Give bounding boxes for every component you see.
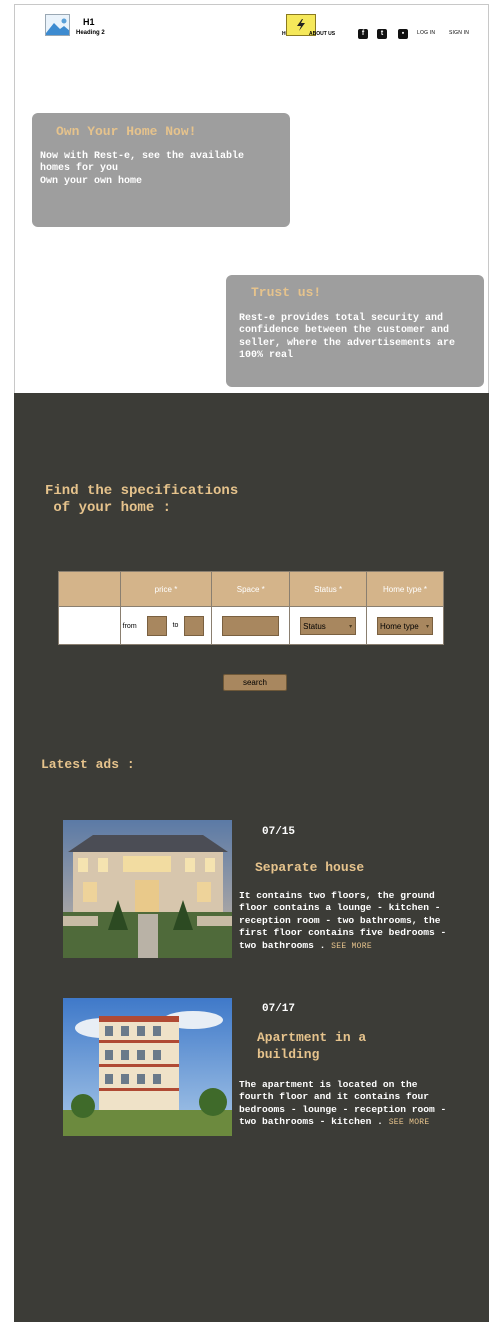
search-title: Find the specifications of your home :	[45, 483, 238, 517]
spec-table: price * Space * Status * Home type * fro…	[58, 571, 444, 645]
spec-header-blank	[58, 571, 121, 607]
ad-1-line: two bathrooms .	[239, 939, 326, 951]
space-input[interactable]	[222, 615, 280, 636]
ad-1-line: floor contains a lounge - kitchen -	[239, 902, 441, 914]
status-cell: Status ▾	[289, 606, 368, 645]
ad-2-line: The apartment is located on the	[239, 1079, 418, 1090]
spec-cell-blank	[58, 606, 121, 645]
contact-card-icon[interactable]: ▪	[398, 29, 408, 39]
ad-1-line: first floor contains five bedrooms -	[239, 927, 447, 939]
ad-2-line: bedrooms - lounge - reception room -	[239, 1103, 447, 1115]
twitter-icon[interactable]: t	[377, 29, 387, 39]
latest-ads-heading: Latest ads :	[41, 757, 135, 772]
status-select[interactable]: Status ▾	[300, 616, 357, 635]
ad-2-see-more-link[interactable]: SEE MORE	[389, 1118, 430, 1127]
login-link[interactable]: LOG IN	[417, 30, 435, 36]
ad-2-line: fourth floor and it contains four	[239, 1091, 429, 1103]
space-cell	[211, 606, 291, 645]
ad-2-line: two bathrooms - kitchen .	[239, 1116, 383, 1128]
ad-1-description: It contains two floors, the ground floor…	[239, 890, 484, 953]
ad-1-title[interactable]: Separate house	[255, 859, 364, 876]
facebook-icon[interactable]: f	[358, 29, 368, 39]
ad-house-image[interactable]	[63, 820, 232, 958]
ad-1-date: 07/15	[262, 826, 296, 838]
hero-line-3: Own your own home	[40, 176, 143, 187]
trust-line-2: confidence between the customer and	[239, 325, 450, 336]
price-cell: from to	[119, 606, 213, 645]
ad-1-line: reception room - two bathrooms, the	[239, 914, 441, 926]
home-type-cell: Home type ▾	[366, 606, 444, 645]
hero-line-1: Now with Rest-e, see the available	[40, 151, 245, 162]
search-button[interactable]: search	[223, 674, 287, 691]
chevron-down-icon: ▾	[349, 623, 353, 630]
site-title: H1	[83, 17, 95, 27]
ad-apartment-image[interactable]	[63, 998, 232, 1136]
price-to-input[interactable]	[184, 615, 205, 636]
price-from-label: from	[122, 622, 137, 630]
site-subtitle: Heading 2	[76, 30, 105, 36]
spec-header-space: Space *	[211, 571, 291, 607]
ad-2-title-line-1: Apartment in a	[257, 1030, 367, 1045]
ad-2-description: The apartment is located on the fourth f…	[239, 1079, 484, 1130]
hero-line-2: homes for you	[40, 163, 119, 174]
spec-header-price: price *	[119, 571, 213, 607]
ad-1-see-more-link[interactable]: SEE MORE	[331, 942, 372, 951]
search-title-line-2: of your home :	[45, 500, 172, 516]
ad-2-title-line-2: building	[257, 1047, 320, 1062]
signin-link[interactable]: SIGN IN	[449, 30, 469, 36]
nav-about-link[interactable]: ABOUT US	[309, 31, 335, 37]
home-type-select-value: Home type	[380, 621, 419, 631]
logo-image-icon[interactable]	[45, 14, 70, 36]
home-type-select[interactable]: Home type ▾	[377, 616, 434, 635]
status-select-value: Status	[303, 621, 326, 631]
ad-2-date: 07/17	[262, 1003, 296, 1015]
chevron-down-icon: ▾	[426, 623, 430, 630]
ad-2-title[interactable]: Apartment in a building	[257, 1029, 366, 1063]
hero-title: Own Your Home Now!	[56, 124, 197, 139]
trust-line-3: seller, where the advertisements are	[239, 338, 456, 349]
trust-line-4: 100% real	[239, 350, 294, 361]
price-to-label: to	[172, 622, 179, 630]
spec-header-status: Status *	[289, 571, 368, 607]
spec-header-home-type: Home type *	[366, 571, 444, 607]
price-from-input[interactable]	[146, 615, 167, 636]
ad-1-line: It contains two floors, the ground	[239, 890, 435, 901]
trust-title: Trust us!	[251, 285, 322, 300]
trust-line-1: Rest-e provides total security and	[239, 313, 444, 324]
search-title-line-1: Find the specifications	[45, 483, 239, 499]
